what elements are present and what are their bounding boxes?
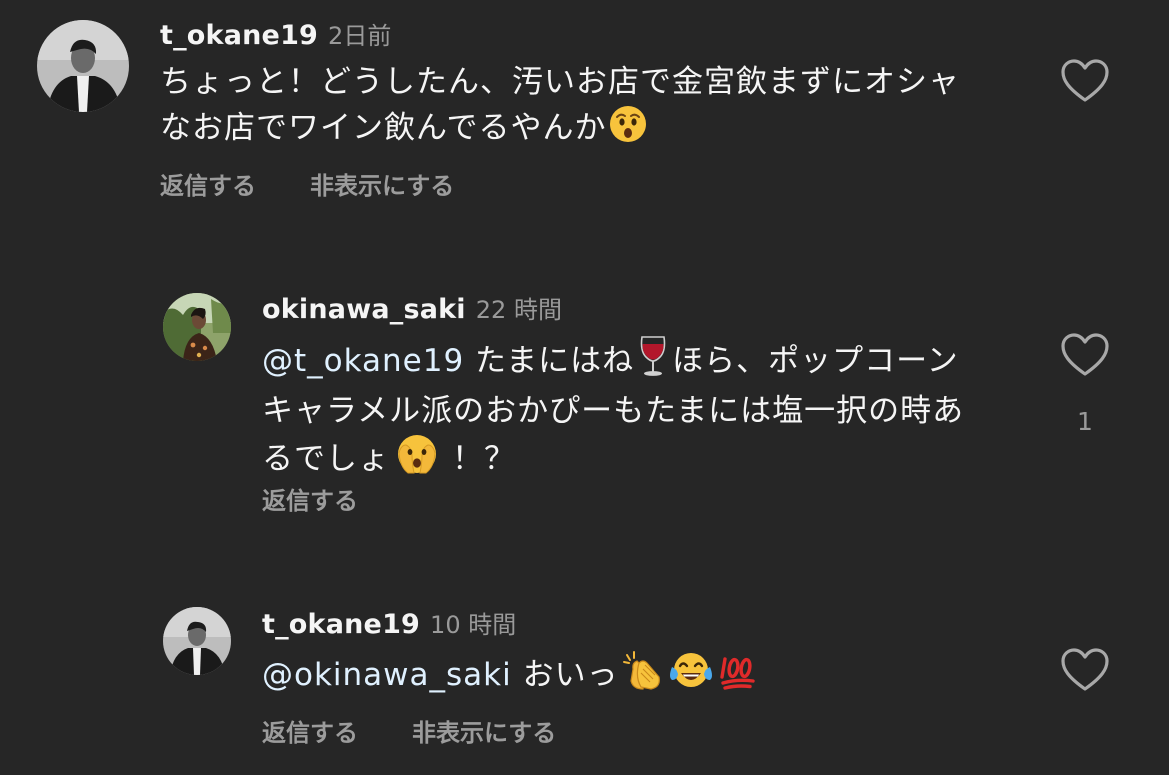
heart-icon <box>1061 333 1109 376</box>
username[interactable]: t_okane19 <box>262 609 420 640</box>
timestamp: 10 時間 <box>430 611 517 639</box>
reply-button[interactable]: 返信する <box>262 719 358 747</box>
comment-line-text: なお店でワイン飲んでるやんか <box>160 110 607 146</box>
avatar[interactable] <box>163 607 231 675</box>
hide-button[interactable]: 非表示にする <box>412 719 556 747</box>
timestamp: 2日前 <box>328 22 392 50</box>
timestamp: 22 時間 <box>475 296 562 324</box>
avatar[interactable] <box>37 20 129 112</box>
comment-line-text: ！？ <box>452 441 516 477</box>
heart-icon <box>1061 59 1109 102</box>
like-button[interactable] <box>1060 332 1110 378</box>
face-with-tears-of-joy-icon <box>669 649 713 703</box>
username[interactable]: okinawa_saki <box>262 294 466 325</box>
comment-line-text: るでしょ <box>262 441 390 477</box>
heart-icon <box>1061 648 1109 691</box>
hundred-points-icon <box>717 651 757 703</box>
like-button[interactable] <box>1060 58 1110 104</box>
wine-glass-icon <box>636 335 670 389</box>
comment-line-text: たまにはね <box>464 343 635 379</box>
comments-screen: t_okane19 2日前 ちょっと！どうしたん、汚いお店で金宮飲まずにオシャ な… <box>0 0 1169 775</box>
comment-line: キャラメル派のおかぴーもたまには塩一択の時あ <box>262 393 965 429</box>
comment-3: t_okane19 10 時間 @okinawa_saki おいっ 返信する 非… <box>0 595 1169 775</box>
face-with-hand-over-eyes-icon <box>396 433 438 487</box>
comment-line: ちょっと！どうしたん、汚いお店で金宮飲まずにオシャ <box>160 64 960 100</box>
comment-2: okinawa_saki 22 時間 @t_okane19 たまにはね ほら、ポッ… <box>0 280 1169 540</box>
comment-line-text: ほら、ポップコーン <box>672 343 959 379</box>
comment-text: ちょっと！どうしたん、汚いお店で金宮飲まずにオシャ なお店でワイン飲んでるやんか <box>160 60 1040 156</box>
comment-text: @okinawa_saki おいっ <box>262 649 1042 703</box>
hide-button[interactable]: 非表示にする <box>310 172 454 200</box>
username[interactable]: t_okane19 <box>160 20 318 51</box>
clapping-hands-icon <box>621 649 665 703</box>
like-count: 1 <box>1077 407 1093 436</box>
reply-button[interactable]: 返信する <box>160 172 256 200</box>
comment-line-text: おいっ <box>511 657 619 693</box>
comment-line: @okinawa_saki おいっ <box>262 649 1042 703</box>
mention-link[interactable]: @okinawa_saki <box>262 657 512 693</box>
mention-link[interactable]: @t_okane19 <box>262 343 464 379</box>
like-button[interactable] <box>1060 647 1110 693</box>
avatar[interactable] <box>163 293 231 361</box>
reply-button[interactable]: 返信する <box>262 487 358 515</box>
comment-text: @t_okane19 たまにはね ほら、ポップコーン キャラメル派のおかぴーもた… <box>262 335 1042 487</box>
comment-line: るでしょ ！？ <box>262 433 1042 487</box>
comment-line: なお店でワイン飲んでるやんか <box>160 104 1040 156</box>
hushed-face-icon <box>608 104 648 156</box>
comment-1: t_okane19 2日前 ちょっと！どうしたん、汚いお店で金宮飲まずにオシャ な… <box>0 0 1169 220</box>
comment-line: @t_okane19 たまにはね ほら、ポップコーン <box>262 335 1042 389</box>
